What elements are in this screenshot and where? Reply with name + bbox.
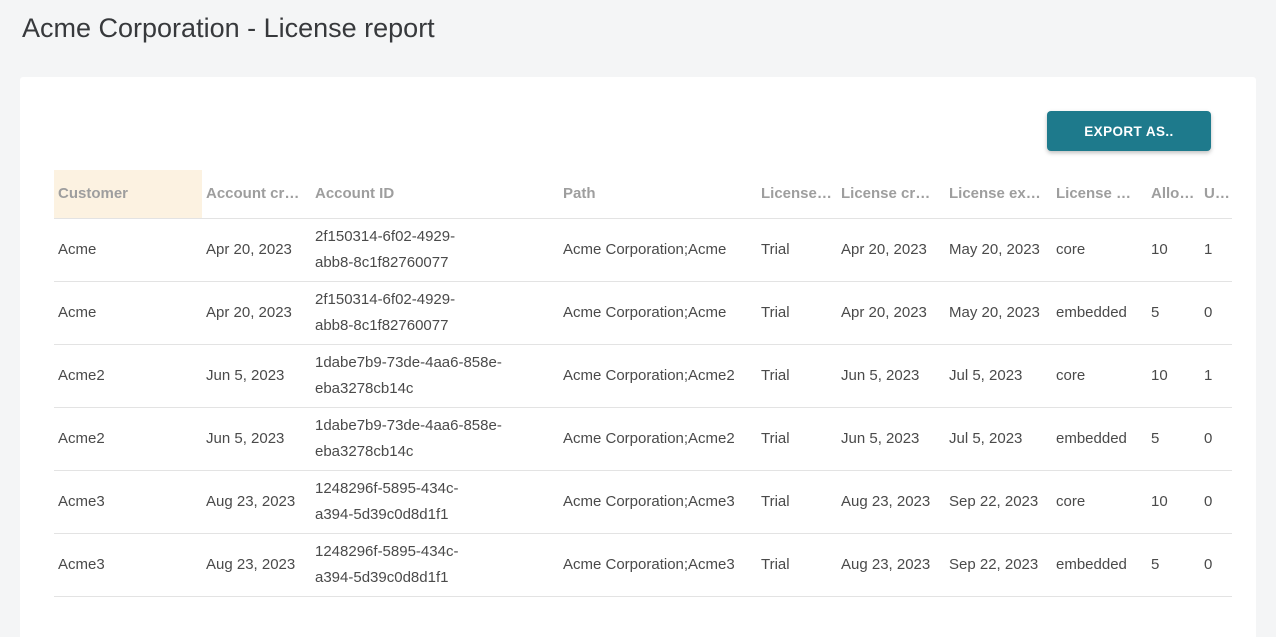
cell-account-id: 2f150314-6f02-4929- abb8-8c1f82760077 [311,281,559,344]
cell-license-model: core [1052,218,1147,281]
cell-license-created: Aug 23, 2023 [837,533,945,596]
cell-path: Acme Corporation;Acme [559,281,757,344]
cell-license-model: embedded [1052,533,1147,596]
cell-license-expiry: Sep 22, 2023 [945,470,1052,533]
cell-path: Acme Corporation;Acme [559,218,757,281]
table-row: Acme3 Aug 23, 2023 1248296f-5895-434c- a… [54,533,1232,596]
cell-license-expiry: Sep 22, 2023 [945,533,1052,596]
cell-license-type: Trial [757,533,837,596]
cell-used: 0 [1200,470,1232,533]
cell-used: 0 [1200,533,1232,596]
export-as-button[interactable]: EXPORT AS.. [1047,111,1211,151]
page-title: Acme Corporation - License report [0,0,1276,45]
column-header-allowed[interactable]: Allo… [1147,170,1200,218]
cell-license-expiry: May 20, 2023 [945,281,1052,344]
cell-account-id: 1dabe7b9-73de-4aa6-858e- eba3278cb14c [311,407,559,470]
cell-license-expiry: May 20, 2023 [945,218,1052,281]
cell-license-type: Trial [757,407,837,470]
cell-allowed: 5 [1147,533,1200,596]
column-header-used[interactable]: U… [1200,170,1232,218]
cell-account-created: Aug 23, 2023 [202,470,311,533]
cell-used: 0 [1200,407,1232,470]
cell-account-created: Apr 20, 2023 [202,281,311,344]
cell-license-type: Trial [757,281,837,344]
cell-path: Acme Corporation;Acme2 [559,344,757,407]
cell-account-created: Aug 23, 2023 [202,533,311,596]
cell-license-model: core [1052,344,1147,407]
cell-allowed: 10 [1147,218,1200,281]
cell-account-created: Apr 20, 2023 [202,218,311,281]
license-table: Customer Account cr… Account ID Path Lic… [54,170,1232,597]
table-row: Acme2 Jun 5, 2023 1dabe7b9-73de-4aa6-858… [54,344,1232,407]
cell-license-expiry: Jul 5, 2023 [945,344,1052,407]
cell-license-type: Trial [757,218,837,281]
cell-license-type: Trial [757,470,837,533]
cell-allowed: 5 [1147,407,1200,470]
cell-account-created: Jun 5, 2023 [202,407,311,470]
cell-account-created: Jun 5, 2023 [202,344,311,407]
cell-license-created: Apr 20, 2023 [837,218,945,281]
cell-account-id: 1248296f-5895-434c- a394-5d39c0d8d1f1 [311,470,559,533]
cell-customer: Acme3 [54,470,202,533]
cell-license-created: Apr 20, 2023 [837,281,945,344]
table-body: Acme Apr 20, 2023 2f150314-6f02-4929- ab… [54,218,1232,596]
cell-account-id: 2f150314-6f02-4929- abb8-8c1f82760077 [311,218,559,281]
column-header-path[interactable]: Path [559,170,757,218]
table-row: Acme Apr 20, 2023 2f150314-6f02-4929- ab… [54,218,1232,281]
column-header-account-id[interactable]: Account ID [311,170,559,218]
cell-customer: Acme [54,281,202,344]
cell-license-created: Jun 5, 2023 [837,407,945,470]
cell-license-created: Jun 5, 2023 [837,344,945,407]
table-row: Acme2 Jun 5, 2023 1dabe7b9-73de-4aa6-858… [54,407,1232,470]
column-header-account-created[interactable]: Account cr… [202,170,311,218]
cell-allowed: 5 [1147,281,1200,344]
cell-used: 1 [1200,344,1232,407]
cell-customer: Acme3 [54,533,202,596]
cell-allowed: 10 [1147,344,1200,407]
column-header-license-type[interactable]: License… [757,170,837,218]
cell-used: 1 [1200,218,1232,281]
column-header-license-model[interactable]: License … [1052,170,1147,218]
cell-license-type: Trial [757,344,837,407]
cell-used: 0 [1200,281,1232,344]
column-header-license-created[interactable]: License cr… [837,170,945,218]
report-card: EXPORT AS.. Customer Account cr… Account… [20,77,1256,637]
table-row: Acme3 Aug 23, 2023 1248296f-5895-434c- a… [54,470,1232,533]
cell-license-model: embedded [1052,407,1147,470]
cell-license-expiry: Jul 5, 2023 [945,407,1052,470]
cell-customer: Acme2 [54,344,202,407]
cell-customer: Acme2 [54,407,202,470]
cell-path: Acme Corporation;Acme3 [559,533,757,596]
column-header-license-expiry[interactable]: License ex… [945,170,1052,218]
toolbar: EXPORT AS.. [20,77,1256,151]
cell-account-id: 1248296f-5895-434c- a394-5d39c0d8d1f1 [311,533,559,596]
column-header-customer[interactable]: Customer [54,170,202,218]
cell-customer: Acme [54,218,202,281]
table-header: Customer Account cr… Account ID Path Lic… [54,170,1232,218]
cell-account-id: 1dabe7b9-73de-4aa6-858e- eba3278cb14c [311,344,559,407]
cell-path: Acme Corporation;Acme2 [559,407,757,470]
header-row: Customer Account cr… Account ID Path Lic… [54,170,1232,218]
cell-license-model: embedded [1052,281,1147,344]
cell-license-created: Aug 23, 2023 [837,470,945,533]
table-row: Acme Apr 20, 2023 2f150314-6f02-4929- ab… [54,281,1232,344]
cell-license-model: core [1052,470,1147,533]
cell-allowed: 10 [1147,470,1200,533]
cell-path: Acme Corporation;Acme3 [559,470,757,533]
